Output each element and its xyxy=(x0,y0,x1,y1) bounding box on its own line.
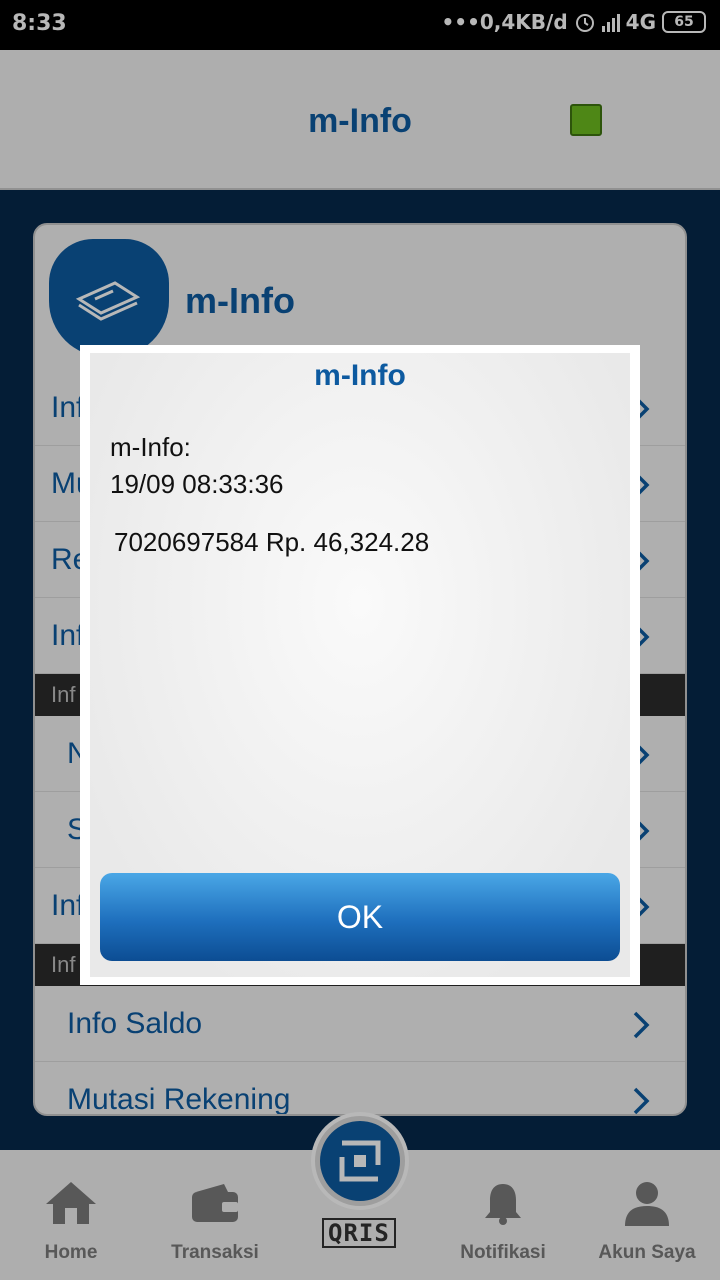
message-timestamp: 19/09 08:33:36 xyxy=(110,469,284,499)
dialog-message: m-Info: 19/09 08:33:36 xyxy=(110,429,284,503)
ok-button[interactable]: OK xyxy=(100,873,620,961)
dialog-title: m-Info xyxy=(314,359,406,392)
message-line-1: m-Info: xyxy=(110,432,191,462)
account-balance: 7020697584 Rp. 46,324.28 xyxy=(114,527,430,557)
info-dialog: m-Info m-Info: 19/09 08:33:36 7020697584… xyxy=(80,345,640,985)
dialog-body: m-Info m-Info: 19/09 08:33:36 7020697584… xyxy=(90,353,630,977)
